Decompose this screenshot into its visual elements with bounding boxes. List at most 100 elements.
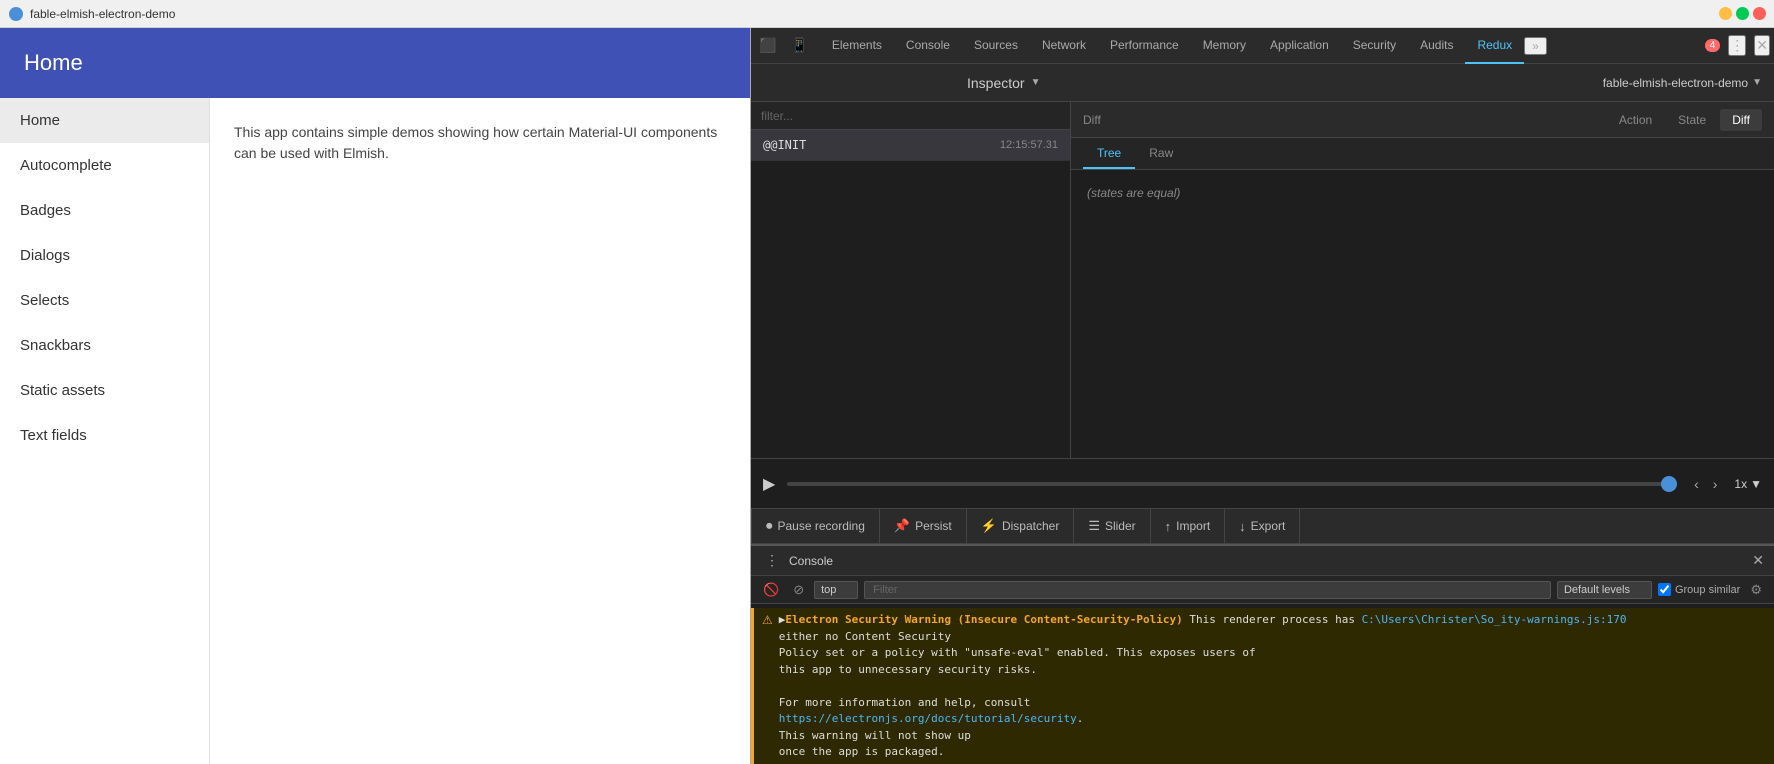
tab-console[interactable]: Console bbox=[894, 28, 962, 64]
dispatcher-button[interactable]: ⚡ Dispatcher bbox=[967, 509, 1075, 543]
tab-more-button[interactable]: » bbox=[1524, 37, 1547, 55]
console-clear-button[interactable]: 🚫 bbox=[759, 580, 783, 600]
console-warning-icon: ⚠ bbox=[762, 613, 773, 627]
inspector-dropdown-icon[interactable]: ▼ bbox=[1031, 77, 1041, 88]
filter-bar bbox=[751, 102, 1070, 130]
dispatcher-icon: ⚡ bbox=[981, 518, 997, 534]
slider-icon: ☰ bbox=[1088, 518, 1100, 534]
diff-state-tab[interactable]: State bbox=[1666, 109, 1718, 131]
sidebar-item-dialogs[interactable]: Dialogs bbox=[0, 233, 209, 278]
inspector-app-dropdown-icon[interactable]: ▼ bbox=[1752, 77, 1762, 88]
slider-button[interactable]: ☰ Slider bbox=[1074, 509, 1150, 543]
timeline-nav: ‹ › bbox=[1689, 473, 1722, 495]
persist-icon: 📌 bbox=[894, 518, 910, 534]
sidebar-item-text-fields[interactable]: Text fields bbox=[0, 413, 209, 458]
export-button[interactable]: ↓ Export bbox=[1225, 509, 1300, 543]
tab-network[interactable]: Network bbox=[1030, 28, 1098, 64]
console-context-select[interactable]: top bbox=[814, 581, 858, 599]
inspector-header: Inspector ▼ fable-elmish-electron-demo ▼ bbox=[751, 64, 1774, 102]
devtools-close-icon[interactable]: ✕ bbox=[1754, 35, 1770, 56]
app-icon bbox=[8, 6, 24, 22]
timeline-progress bbox=[1661, 476, 1677, 492]
devtools-device-icon[interactable]: 📱 bbox=[786, 33, 811, 58]
tab-redux[interactable]: Redux bbox=[1465, 28, 1524, 64]
sidebar-item-autocomplete[interactable]: Autocomplete bbox=[0, 143, 209, 188]
sidebar-item-snackbars[interactable]: Snackbars bbox=[0, 323, 209, 368]
console-group-similar-label: Group similar bbox=[1658, 583, 1740, 596]
tab-memory[interactable]: Memory bbox=[1191, 28, 1258, 64]
title-bar: fable-elmish-electron-demo bbox=[0, 0, 1774, 28]
timeline-speed-dropdown[interactable]: ▼ bbox=[1750, 477, 1762, 491]
tab-performance[interactable]: Performance bbox=[1098, 28, 1191, 64]
tab-elements[interactable]: Elements bbox=[820, 28, 894, 64]
devtools-tabs-bar: ⬛ 📱 Elements Console Sources Network Per… bbox=[751, 28, 1774, 64]
console-header: ⋮ Console ✕ bbox=[751, 546, 1774, 576]
sidebar: Home Autocomplete Badges Dialogs Selects… bbox=[0, 98, 210, 764]
close-button[interactable] bbox=[1753, 7, 1766, 20]
devtools-icon-buttons: ⬛ 📱 bbox=[755, 33, 812, 58]
tab-application[interactable]: Application bbox=[1258, 28, 1341, 64]
title-bar-title: fable-elmish-electron-demo bbox=[30, 7, 1719, 21]
devtools-panel: ⬛ 📱 Elements Console Sources Network Per… bbox=[750, 28, 1774, 764]
console-settings-button[interactable]: ⚙ bbox=[1746, 580, 1766, 600]
console-warning-help-link[interactable]: https://electronjs.org/docs/tutorial/sec… bbox=[779, 712, 1077, 725]
window-controls[interactable] bbox=[1719, 7, 1766, 20]
redux-timeline: ▶ ‹ › 1x ▼ bbox=[751, 458, 1774, 508]
diff-action-tabs: Action State Diff bbox=[1607, 109, 1762, 131]
import-icon: ↑ bbox=[1165, 519, 1172, 534]
console-warning-source-link[interactable]: C:\Users\Christer\So_ity-warnings.js:170 bbox=[1362, 613, 1627, 626]
diff-tab-label: Diff bbox=[1083, 113, 1101, 127]
timeline-prev-btn[interactable]: ‹ bbox=[1689, 473, 1704, 495]
app-header-title: Home bbox=[24, 50, 83, 76]
main-content: This app contains simple demos showing h… bbox=[210, 98, 750, 764]
redux-toolbar: ⏺ Pause recording 📌 Persist ⚡ Dispatcher… bbox=[751, 508, 1774, 544]
action-time: 12:15:57.31 bbox=[1000, 139, 1058, 151]
diff-panel: Diff Action State Diff Tree Raw bbox=[1071, 102, 1774, 458]
sidebar-item-selects[interactable]: Selects bbox=[0, 278, 209, 323]
action-item-init[interactable]: @@INIT 12:15:57.31 bbox=[751, 130, 1070, 161]
sub-tab-raw[interactable]: Raw bbox=[1135, 138, 1187, 169]
console-group-similar-checkbox[interactable] bbox=[1658, 583, 1671, 596]
inspector-app-name: fable-elmish-electron-demo bbox=[1603, 76, 1748, 90]
diff-diff-tab[interactable]: Diff bbox=[1720, 109, 1762, 131]
app-body: Home Autocomplete Badges Dialogs Selects… bbox=[0, 98, 750, 764]
import-button[interactable]: ↑ Import bbox=[1151, 509, 1226, 543]
app-section: Home Home Autocomplete Badges Dialogs Se bbox=[0, 28, 750, 764]
devtools-extra-icons: 4 ⋮ ✕ bbox=[1701, 35, 1770, 56]
console-level-select[interactable]: Default levels bbox=[1557, 581, 1652, 599]
console-menu-button[interactable]: ⋮ bbox=[761, 550, 783, 571]
minimize-button[interactable] bbox=[1719, 7, 1732, 20]
persist-button[interactable]: 📌 Persist bbox=[880, 509, 967, 543]
export-icon: ↓ bbox=[1239, 519, 1246, 534]
diff-content: (states are equal) bbox=[1071, 170, 1774, 458]
devtools-more-options[interactable]: ⋮ bbox=[1728, 35, 1746, 56]
inspector-title-area: Inspector ▼ bbox=[751, 75, 1257, 91]
tab-security[interactable]: Security bbox=[1341, 28, 1408, 64]
console-filter-icon[interactable]: ⊘ bbox=[789, 580, 808, 600]
inspector-main: @@INIT 12:15:57.31 Diff Action State Dif… bbox=[751, 102, 1774, 458]
diff-action-tab[interactable]: Action bbox=[1607, 109, 1664, 131]
tab-sources[interactable]: Sources bbox=[962, 28, 1030, 64]
console-filter-input[interactable] bbox=[864, 581, 1551, 599]
timeline-next-btn[interactable]: › bbox=[1708, 473, 1723, 495]
console-close-button[interactable]: ✕ bbox=[1752, 552, 1764, 569]
home-description: This app contains simple demos showing h… bbox=[234, 122, 726, 164]
sidebar-item-static-assets[interactable]: Static assets bbox=[0, 368, 209, 413]
console-warning-main: ▶Electron Security Warning (Insecure Con… bbox=[779, 613, 1362, 626]
devtools-inspect-icon[interactable]: ⬛ bbox=[755, 33, 780, 58]
inspector-app-title-area: fable-elmish-electron-demo ▼ bbox=[1257, 76, 1774, 90]
console-toolbar: 🚫 ⊘ top Default levels Group similar ⚙ bbox=[751, 576, 1774, 604]
action-name: @@INIT bbox=[763, 138, 992, 152]
timeline-speed: 1x ▼ bbox=[1734, 477, 1762, 491]
sub-tab-tree[interactable]: Tree bbox=[1083, 138, 1135, 169]
sidebar-item-badges[interactable]: Badges bbox=[0, 188, 209, 233]
tab-audits[interactable]: Audits bbox=[1408, 28, 1465, 64]
console-warning-row: ⚠ ▶Electron Security Warning (Insecure C… bbox=[751, 608, 1774, 764]
play-button[interactable]: ▶ bbox=[763, 474, 775, 494]
pause-recording-button[interactable]: ⏺ Pause recording bbox=[751, 509, 880, 543]
maximize-button[interactable] bbox=[1736, 7, 1749, 20]
sidebar-item-home[interactable]: Home bbox=[0, 98, 209, 143]
filter-input[interactable] bbox=[761, 109, 1060, 123]
timeline-track[interactable] bbox=[787, 482, 1677, 486]
diff-tabs-bar: Diff Action State Diff bbox=[1071, 102, 1774, 138]
